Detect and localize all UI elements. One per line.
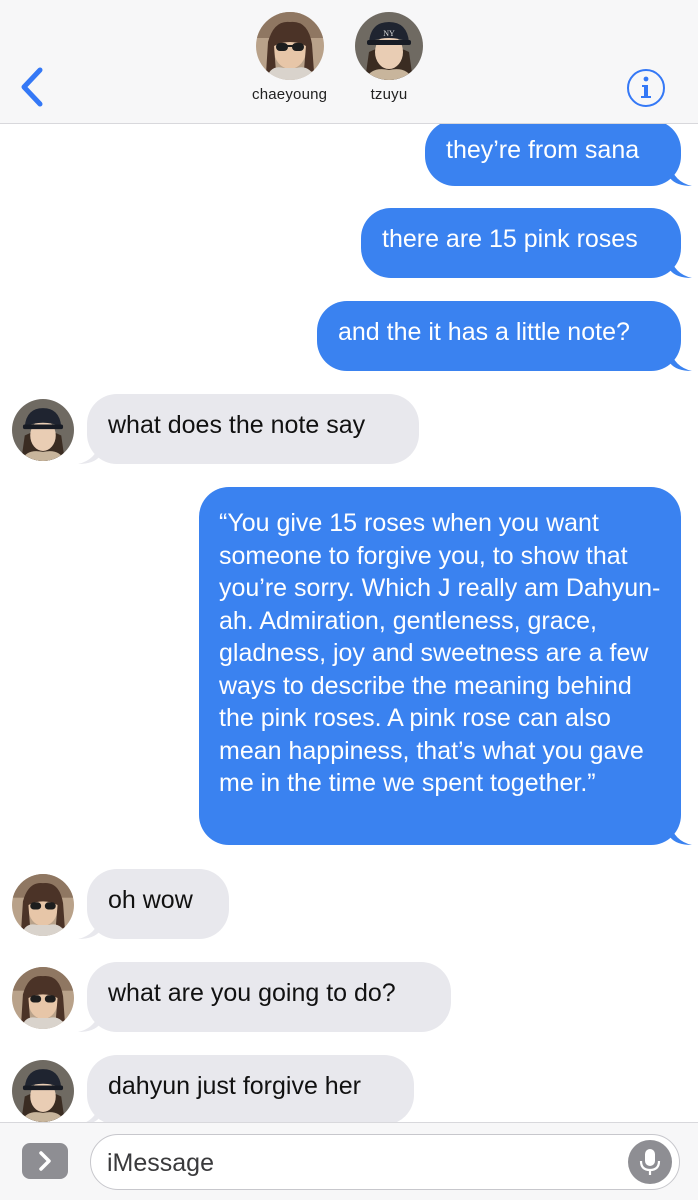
message-text: what are you going to do? (108, 979, 396, 1007)
message-bubble-outgoing[interactable]: there are 15 pink roses (361, 208, 681, 278)
expand-chevron-icon (39, 1151, 51, 1171)
back-chevron-icon (21, 67, 43, 107)
contact-name: tzuyu (370, 86, 408, 103)
svg-text:NY: NY (383, 29, 395, 38)
contact-chaeyoung[interactable]: chaeyoung (252, 12, 327, 103)
message-bubble-incoming[interactable]: what does the note say (87, 394, 419, 464)
bubble-tail (670, 256, 692, 278)
message-text: what does the note say (108, 411, 366, 439)
message-text: dahyun just forgive her (108, 1072, 361, 1100)
compose-bar (0, 1122, 698, 1200)
bubble-tail (670, 823, 692, 845)
message-text: and the it has a little note? (338, 318, 630, 346)
message-bubble-incoming[interactable]: dahyun just forgive her (87, 1055, 414, 1122)
avatar-tzuyu[interactable] (12, 399, 74, 461)
avatar-chaeyoung[interactable] (12, 967, 74, 1029)
info-icon (627, 69, 665, 107)
avatar (255, 12, 324, 80)
message-bubble-incoming[interactable]: what are you going to do? (87, 962, 451, 1032)
bubble-tail (670, 349, 692, 371)
message-bubble-outgoing[interactable]: they’re from sana (425, 124, 681, 186)
message-input[interactable] (105, 1143, 609, 1183)
avatar: NY (355, 12, 423, 80)
message-bubble-outgoing[interactable]: “You give 15 roses when you want someone… (199, 487, 681, 845)
avatar-tzuyu[interactable] (12, 1060, 74, 1122)
message-text: “You give 15 roses when you want someone… (219, 509, 661, 797)
conversation-header: chaeyoung NY tzuyu (0, 0, 698, 124)
message-text: there are 15 pink roses (382, 225, 638, 253)
message-bubble-incoming[interactable]: oh wow (87, 869, 229, 939)
message-text: they’re from sana (446, 136, 640, 164)
expand-apps-button[interactable] (22, 1143, 68, 1179)
info-button[interactable] (625, 67, 667, 109)
message-text: oh wow (108, 886, 193, 914)
bubble-tail (670, 164, 692, 186)
microphone-icon (639, 1149, 661, 1175)
back-button[interactable] (18, 66, 50, 108)
message-list[interactable]: they’re from sana there are 15 pink rose… (0, 124, 698, 1122)
contact-tzuyu[interactable]: NY tzuyu (355, 12, 423, 103)
dictation-button[interactable] (628, 1140, 672, 1184)
contact-name: chaeyoung (252, 86, 328, 103)
message-bubble-outgoing[interactable]: and the it has a little note? (317, 301, 681, 371)
message-field[interactable] (90, 1134, 680, 1190)
avatar-chaeyoung[interactable] (12, 874, 74, 936)
